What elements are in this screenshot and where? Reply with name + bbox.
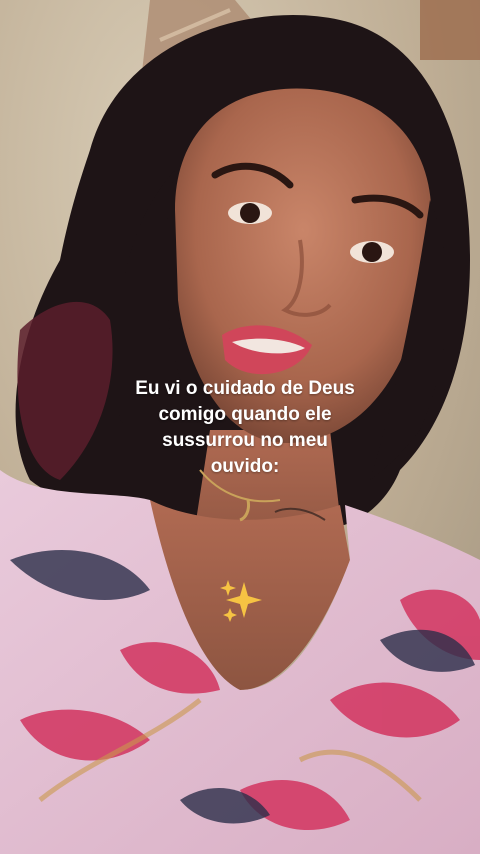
caption-line-2: comigo quando ele: [158, 404, 332, 425]
story-frame: Eu vi o cuidado de Deus comigo quando el…: [0, 0, 480, 854]
caption-line-4: ouvido:: [210, 456, 280, 477]
sparkles-icon: [220, 580, 262, 622]
caption-line-1: Eu vi o cuidado de Deus: [135, 378, 355, 399]
story-caption: Eu vi o cuidado de Deus comigo quando el…: [60, 376, 430, 480]
caption-line-3: sussurrou no meu: [162, 430, 328, 451]
